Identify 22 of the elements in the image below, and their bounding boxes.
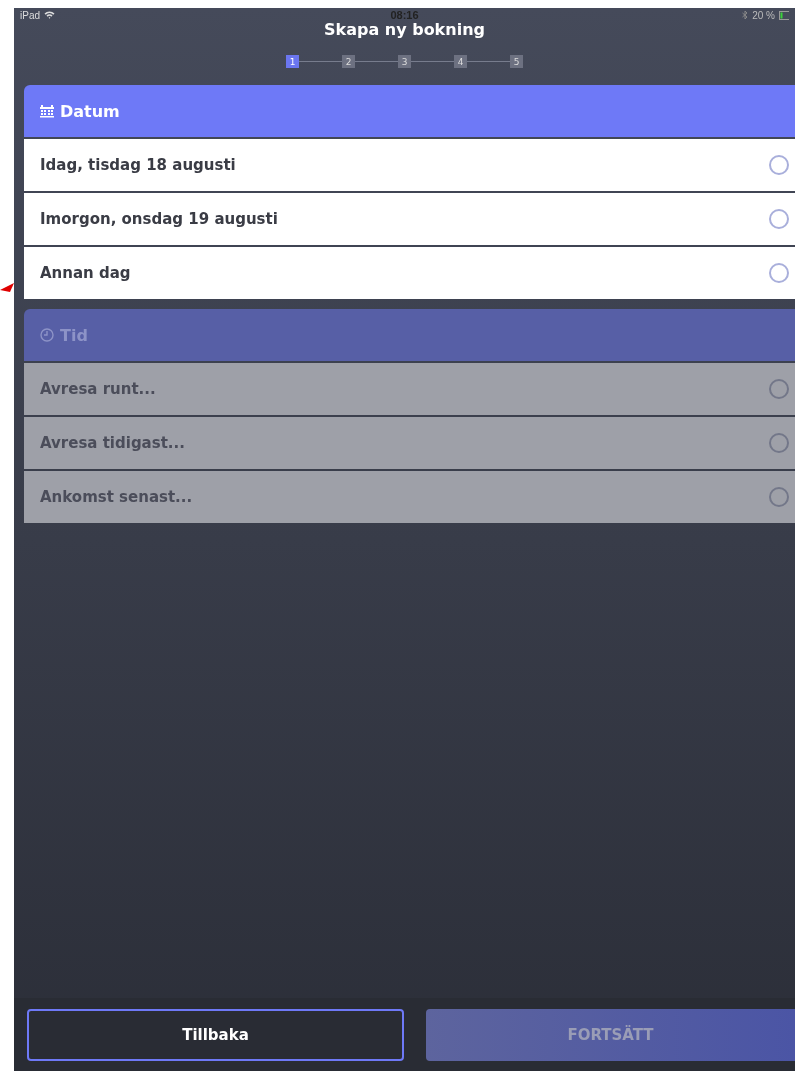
page-title: Skapa ny bokning	[323, 20, 486, 39]
calendar-icon	[40, 104, 54, 118]
device-name: iPad	[20, 9, 40, 21]
back-button[interactable]: Tillbaka	[27, 1008, 404, 1061]
radio-button[interactable]	[769, 155, 789, 175]
step-indicator[interactable]: 4	[454, 55, 467, 68]
radio-button[interactable]	[769, 209, 789, 229]
bluetooth-icon	[742, 10, 749, 20]
option-row[interactable]: Idag, tisdag 18 augusti	[24, 139, 795, 191]
step-indicator[interactable]: 1	[286, 55, 299, 68]
clock-icon	[40, 328, 54, 342]
step-indicator[interactable]: 3	[398, 55, 411, 68]
radio-button[interactable]	[769, 263, 789, 283]
status-time: 08:16	[390, 9, 419, 21]
step-indicator[interactable]: 2	[342, 55, 355, 68]
step-indicator[interactable]: 5	[510, 55, 523, 68]
option-row[interactable]: Imorgon, onsdag 19 augusti	[24, 193, 795, 245]
section-header: Datum	[24, 85, 795, 137]
battery-percentage: 20 %	[752, 9, 775, 21]
option-row[interactable]: Annan dag	[24, 247, 795, 299]
battery-icon	[779, 10, 789, 20]
wifi-icon	[44, 11, 55, 19]
